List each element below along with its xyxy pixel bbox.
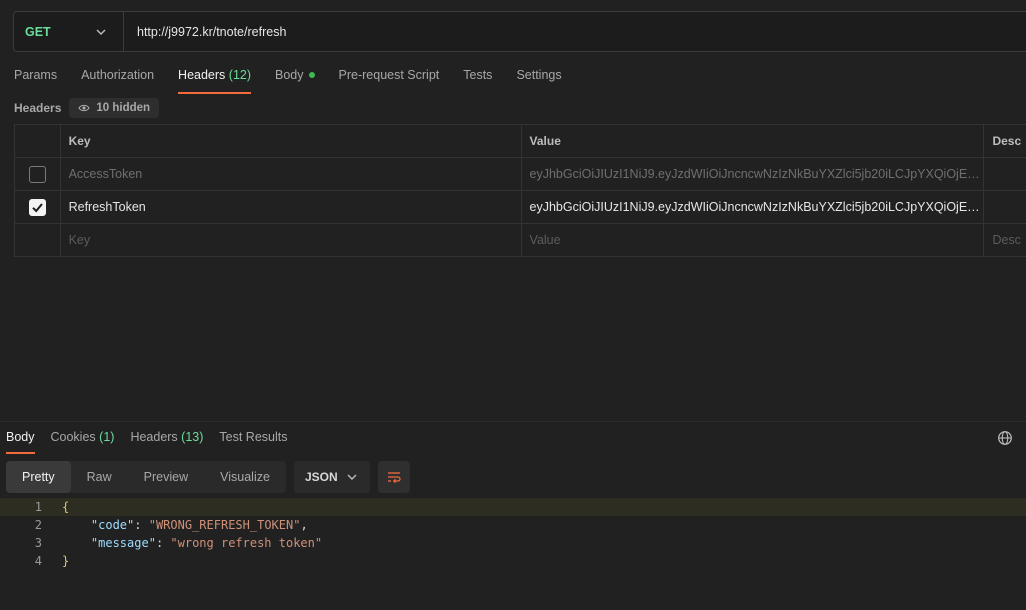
new-description-input[interactable]: Desc xyxy=(984,224,1026,256)
chevron-down-icon xyxy=(96,29,106,35)
code-line: 3 "message": "wrong refresh token" xyxy=(0,534,1026,552)
table-row: AccessToken eyJhbGciOiJIUzI1NiJ9.eyJzdWI… xyxy=(15,158,1026,191)
json-value: "wrong refresh token" xyxy=(170,536,323,550)
description-column-header: Desc xyxy=(992,134,1022,148)
headers-table: Key Value Desc AccessToken eyJhbGciOiJIU… xyxy=(14,124,1026,257)
row-checkbox[interactable] xyxy=(28,165,46,183)
checkmark-icon xyxy=(32,202,43,212)
request-tabs: Params Authorization Headers (12) Body P… xyxy=(14,62,586,94)
view-preview-button[interactable]: Preview xyxy=(128,461,204,493)
view-visualize-button[interactable]: Visualize xyxy=(204,461,286,493)
key-column-header: Key xyxy=(61,125,522,157)
code-text: } xyxy=(62,554,70,568)
url-bar: GET http://j9972.kr/tnote/refresh xyxy=(13,11,1026,52)
tab-pre-request-script[interactable]: Pre-request Script xyxy=(339,62,440,94)
url-input[interactable]: http://j9972.kr/tnote/refresh xyxy=(124,25,286,39)
json-comma: , xyxy=(300,518,308,532)
hidden-headers-label: 10 hidden xyxy=(96,102,151,114)
value-cell[interactable]: eyJhbGciOiJIUzI1NiJ9.eyJzdWIiOiJncncwNzI… xyxy=(522,158,985,190)
tab-params[interactable]: Params xyxy=(14,62,57,94)
tab-headers-count: (12) xyxy=(228,68,252,82)
response-tab-cookies[interactable]: Cookies (1) xyxy=(51,427,115,454)
response-tab-test-results-label: Test Results xyxy=(219,430,288,444)
description-cell[interactable] xyxy=(984,191,1026,223)
tab-settings[interactable]: Settings xyxy=(516,62,561,94)
response-tab-headers[interactable]: Headers (13) xyxy=(130,427,203,454)
value-cell[interactable]: eyJhbGciOiJIUzI1NiJ9.eyJzdWIiOiJncncwNzI… xyxy=(522,191,985,223)
tab-params-label: Params xyxy=(14,68,58,82)
key-cell[interactable]: AccessToken xyxy=(61,158,522,190)
headers-toolbar: Headers 10 hidden xyxy=(14,98,160,118)
response-tab-body-label: Body xyxy=(6,430,35,444)
body-indicator-dot xyxy=(308,71,315,78)
response-tab-headers-label: Headers xyxy=(130,430,178,444)
tab-headers[interactable]: Headers (12) xyxy=(178,62,251,94)
method-label: GET xyxy=(25,24,51,39)
code-text: { xyxy=(62,500,70,514)
line-number: 1 xyxy=(34,500,42,514)
value-column-header: Value xyxy=(522,125,985,157)
globe-icon[interactable] xyxy=(997,430,1013,446)
tab-body[interactable]: Body xyxy=(275,62,315,94)
json-key: "code" xyxy=(90,518,135,532)
tab-tests[interactable]: Tests xyxy=(463,62,492,94)
pane-divider[interactable] xyxy=(0,421,1026,422)
response-tab-cookies-count: (1) xyxy=(99,430,115,444)
line-number: 3 xyxy=(34,536,42,550)
code-line: 4 } xyxy=(0,552,1026,570)
tab-pre-request-script-label: Pre-request Script xyxy=(338,68,440,82)
view-mode-segment: Pretty Raw Preview Visualize xyxy=(6,461,286,493)
code-line: 1 { xyxy=(0,498,1026,516)
code-text: "code": "WRONG_REFRESH_TOKEN", xyxy=(90,518,308,532)
row-checkbox-cell xyxy=(15,224,61,256)
tab-authorization-label: Authorization xyxy=(81,68,155,82)
response-tabs: Body Cookies (1) Headers (13) Test Resul… xyxy=(6,427,304,454)
new-value-input[interactable]: Value xyxy=(522,224,985,256)
line-number: 4 xyxy=(34,554,42,568)
chevron-down-icon xyxy=(347,474,357,480)
hidden-headers-toggle[interactable]: 10 hidden xyxy=(69,98,160,118)
format-selector[interactable]: JSON xyxy=(293,461,370,493)
response-tab-cookies-label: Cookies xyxy=(50,430,96,444)
headers-label: Headers xyxy=(14,101,62,115)
value-text: eyJhbGciOiJIUzI1NiJ9.eyJzdWIiOiJncncwNzI… xyxy=(529,167,984,181)
table-header-row: Key Value Desc xyxy=(15,125,1026,158)
json-value: "WRONG_REFRESH_TOKEN" xyxy=(148,518,301,532)
view-pretty-button[interactable]: Pretty xyxy=(6,461,71,493)
response-tab-test-results[interactable]: Test Results xyxy=(219,427,287,454)
json-key: "message" xyxy=(90,536,156,550)
method-selector[interactable]: GET xyxy=(14,12,124,51)
tab-settings-label: Settings xyxy=(516,68,562,82)
checkbox-column-header xyxy=(15,125,61,157)
tab-body-label: Body xyxy=(275,68,304,82)
code-text: "message": "wrong refresh token" xyxy=(90,536,323,550)
wrap-lines-icon xyxy=(387,472,401,484)
wrap-lines-button[interactable] xyxy=(377,461,410,493)
tab-authorization[interactable]: Authorization xyxy=(81,62,154,94)
response-tab-headers-count: (13) xyxy=(181,430,204,444)
tab-headers-label: Headers xyxy=(178,68,226,82)
description-cell[interactable] xyxy=(984,158,1026,190)
view-raw-button[interactable]: Raw xyxy=(71,461,128,493)
code-line: 2 "code": "WRONG_REFRESH_TOKEN", xyxy=(0,516,1026,534)
response-tab-body[interactable]: Body xyxy=(6,427,35,454)
row-checkbox-cell xyxy=(15,158,61,190)
table-row-new: Key Value Desc xyxy=(15,224,1026,257)
new-key-input[interactable]: Key xyxy=(61,224,522,256)
row-checkbox[interactable] xyxy=(28,198,46,216)
response-body-code[interactable]: 1 { 2 "code": "WRONG_REFRESH_TOKEN", 3 "… xyxy=(0,498,1026,570)
value-text: eyJhbGciOiJIUzI1NiJ9.eyJzdWIiOiJncncwNzI… xyxy=(529,200,984,214)
row-checkbox-cell xyxy=(15,191,61,223)
table-row: RefreshToken eyJhbGciOiJIUzI1NiJ9.eyJzdW… xyxy=(15,191,1026,224)
line-number: 2 xyxy=(34,518,42,532)
format-label: JSON xyxy=(304,470,338,484)
response-view-bar: Pretty Raw Preview Visualize JSON xyxy=(6,461,410,493)
key-cell[interactable]: RefreshToken xyxy=(61,191,522,223)
tab-tests-label: Tests xyxy=(463,68,493,82)
eye-icon xyxy=(78,104,91,112)
